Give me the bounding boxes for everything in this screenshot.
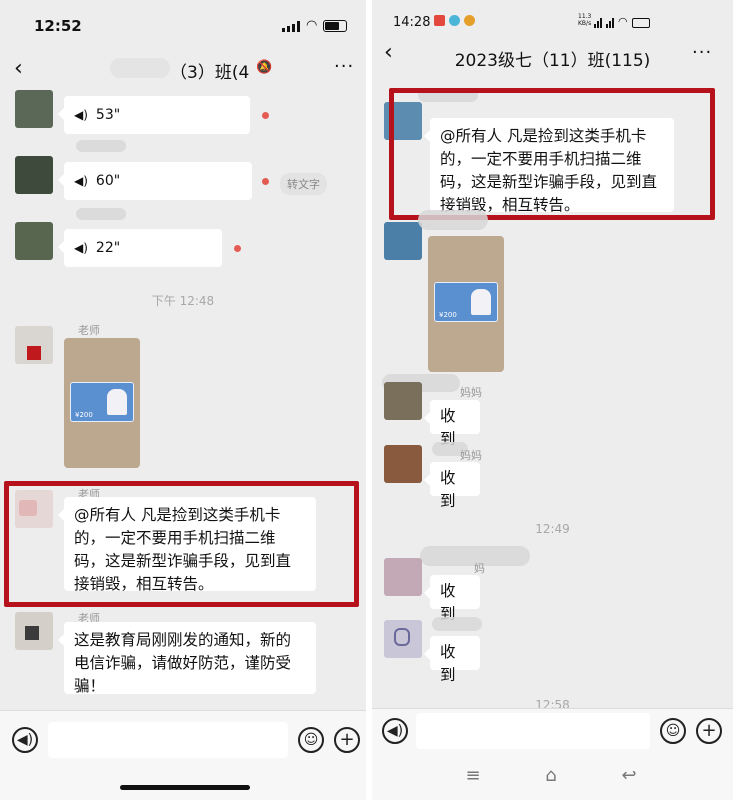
sim-card-image: ¥200 (434, 282, 498, 322)
chat-message[interactable]: 这是教育局刚刚发的通知，新的电信诈骗，请做好防范，谨防受骗！ (58, 622, 316, 695)
avatar[interactable] (384, 445, 422, 483)
avatar[interactable] (384, 382, 422, 420)
reply-message[interactable]: 收到 (424, 636, 480, 684)
back-chevron-icon[interactable]: ‹ (14, 56, 23, 81)
blurred-sender-name (418, 210, 488, 230)
blurred-sender-name (76, 140, 126, 152)
voice-input-icon[interactable]: ◀) (12, 727, 38, 753)
avatar[interactable] (384, 222, 422, 260)
status-time: 12:52 (34, 17, 82, 35)
avatar[interactable] (384, 558, 422, 596)
highlighted-message[interactable]: @所有人 凡是捡到这类手机卡的，一定不要用手机扫描二维码，这是新型诈骗手段，见到… (58, 497, 316, 593)
chat-timestamp: 12:58 (535, 698, 570, 708)
sender-name: 妈妈 (460, 386, 482, 399)
blurred-sender-name (418, 88, 478, 102)
voice-message[interactable]: ◀) 60" (58, 162, 252, 200)
page-title: （3）班(4 (170, 63, 250, 83)
status-icons: ◠ (282, 18, 348, 33)
avatar[interactable] (15, 490, 53, 528)
app-notification-icon (434, 15, 445, 26)
avatar[interactable] (15, 90, 53, 128)
battery-icon (631, 18, 650, 28)
right-screenshot: 14:28 11.3 KB/s ◠ ‹ 2023级七（11）班(115) ···… (372, 0, 733, 800)
unread-dot (234, 245, 241, 252)
message-input[interactable] (48, 722, 288, 758)
battery-icon (323, 19, 348, 32)
home-indicator[interactable] (120, 785, 250, 790)
signal-icon (606, 18, 614, 28)
avatar[interactable] (15, 156, 53, 194)
blurred-sender-name (432, 617, 482, 631)
highlighted-message[interactable]: @所有人 凡是捡到这类手机卡的，一定不要用手机扫描二维码，这是新型诈骗手段，见到… (424, 118, 674, 214)
voice-message[interactable]: ◀) 22" (58, 229, 222, 267)
signal-icon (594, 18, 602, 28)
voice-duration: 53" (95, 106, 121, 123)
input-toolbar: ◀) ☺ + (0, 710, 366, 800)
voice-wave-icon: ◀) (74, 240, 88, 255)
app-notification-icon (464, 15, 475, 26)
sender-name: 妈 (474, 562, 485, 575)
voice-duration: 60" (95, 172, 121, 189)
blurred-group-name (110, 58, 170, 78)
voice-message[interactable]: ◀) 53" (58, 96, 250, 134)
menu-nav-icon[interactable]: ≡ (458, 765, 488, 786)
unread-dot (262, 178, 269, 185)
input-toolbar: ◀) ☺ + ≡ ⌂ ↩ (372, 708, 733, 800)
back-nav-icon[interactable]: ↩ (614, 765, 644, 786)
network-speed: 11.3 KB/s (578, 13, 592, 27)
wifi-icon: ◠ (306, 18, 318, 33)
reply-message[interactable]: 收到 (424, 462, 480, 510)
app-notification-icon (449, 15, 460, 26)
chat-timestamp: 下午 12:48 (151, 294, 215, 308)
card-value-label: ¥200 (439, 311, 457, 319)
voice-wave-icon: ◀) (74, 173, 88, 188)
more-dots-icon[interactable]: ··· (692, 42, 712, 63)
notification-icons (434, 15, 475, 26)
page-title: 2023级七（11）班(115) (454, 51, 651, 71)
emoji-icon[interactable]: ☺ (298, 727, 324, 753)
voice-duration: 22" (95, 239, 121, 256)
wifi-icon: ◠ (618, 15, 628, 28)
voice-input-icon[interactable]: ◀) (382, 718, 408, 744)
reply-message[interactable]: 收到 (424, 400, 480, 448)
add-icon[interactable]: + (696, 718, 722, 744)
sim-card-photo[interactable]: ¥200 (64, 338, 140, 468)
left-screenshot: 12:52 ◠ ‹ （3）班(4 🔕 ··· ◀) 53" ◀) 60" 转文字… (0, 0, 366, 800)
avatar[interactable] (384, 102, 422, 140)
avatar[interactable] (15, 326, 53, 364)
chat-timestamp: 12:49 (535, 522, 570, 536)
mute-bell-icon: 🔕 (256, 60, 273, 75)
avatar[interactable] (15, 612, 53, 650)
sender-name: 老师 (78, 324, 100, 337)
avatar[interactable] (384, 620, 422, 658)
sim-card-photo[interactable]: ¥200 (428, 236, 504, 372)
status-icons: ◠ (594, 15, 650, 28)
blurred-sender-name (76, 208, 126, 220)
message-input[interactable] (416, 713, 650, 749)
status-time: 14:28 (393, 15, 431, 30)
voice-wave-icon: ◀) (74, 107, 88, 122)
signal-icon (282, 20, 300, 32)
emoji-icon[interactable]: ☺ (660, 718, 686, 744)
unread-dot (262, 112, 269, 119)
card-value-label: ¥200 (75, 411, 93, 419)
sender-name: 妈妈 (460, 449, 482, 462)
reply-message[interactable]: 收到 (424, 575, 480, 623)
sim-card-image: ¥200 (70, 382, 134, 422)
more-dots-icon[interactable]: ··· (334, 56, 354, 77)
home-nav-icon[interactable]: ⌂ (536, 765, 566, 786)
add-icon[interactable]: + (334, 727, 360, 753)
convert-to-text-button[interactable]: 转文字 (280, 173, 327, 195)
avatar[interactable] (15, 222, 53, 260)
